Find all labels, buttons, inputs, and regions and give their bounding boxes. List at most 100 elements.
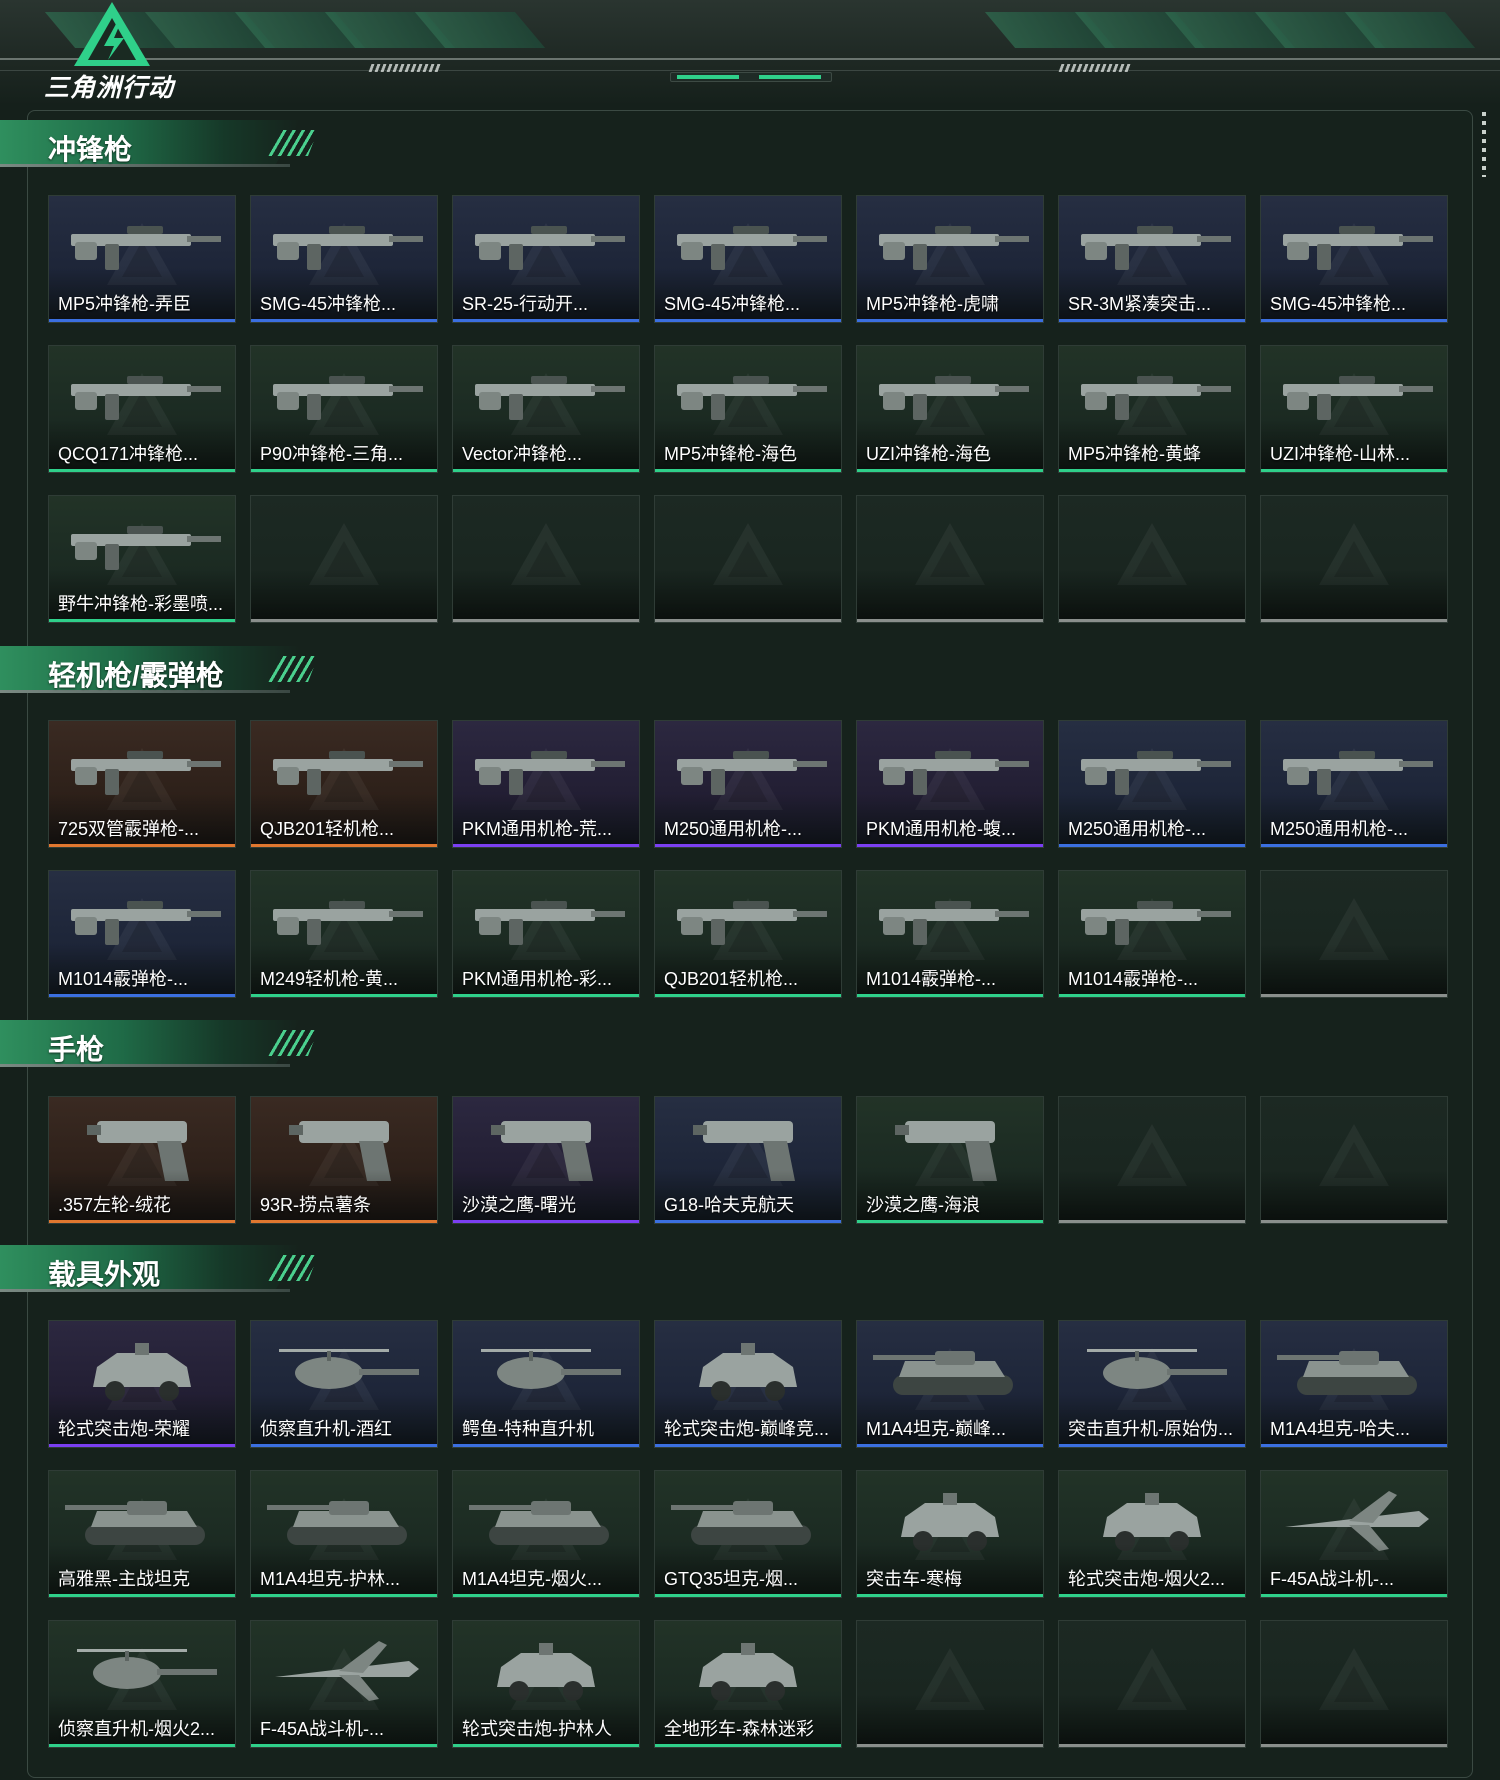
empty-slot[interactable] — [856, 495, 1044, 623]
item-card[interactable]: 突击车-寒梅 — [856, 1470, 1044, 1598]
logo-text: 三角洲行动 — [44, 74, 175, 102]
empty-slot[interactable] — [452, 495, 640, 623]
item-label: Vector冲锋枪... — [462, 444, 583, 464]
rarity-bar — [1059, 994, 1245, 997]
item-card[interactable]: 鳄鱼-特种直升机 — [452, 1320, 640, 1448]
item-card[interactable]: QCQ171冲锋枪... — [48, 345, 236, 473]
rarity-bar — [1059, 1444, 1245, 1447]
item-card[interactable]: SR-25-行动开... — [452, 195, 640, 323]
item-grid-pistol: .357左轮-绒花 93R-捞点薯条 沙漠之鹰-曙光 G18-哈夫克航天 沙漠之鹰-海浪 — [48, 1096, 1452, 1224]
item-card[interactable]: M1A4坦克-烟火... — [452, 1470, 640, 1598]
item-card[interactable]: 轮式突击炮-护林人 — [452, 1620, 640, 1748]
rarity-bar — [655, 844, 841, 847]
item-label: M250通用机枪-... — [664, 819, 803, 839]
rarity-bar — [655, 1744, 841, 1747]
item-label: .357左轮-绒花 — [58, 1195, 172, 1215]
item-card[interactable]: P90冲锋枪-三角... — [250, 345, 438, 473]
empty-slot[interactable] — [654, 495, 842, 623]
rarity-bar — [49, 1744, 235, 1747]
item-card[interactable]: MP5冲锋枪-黄蜂 — [1058, 345, 1246, 473]
item-card[interactable]: QJB201轻机枪... — [250, 720, 438, 848]
rarity-bar — [1059, 1594, 1245, 1597]
empty-slot[interactable] — [1260, 495, 1448, 623]
item-card[interactable]: GTQ35坦克-烟... — [654, 1470, 842, 1598]
item-label: M1014霰弹枪-... — [1068, 969, 1199, 989]
item-label: 轮式突击炮-烟火2... — [1068, 1569, 1226, 1589]
item-label: 突击直升机-原始伪... — [1068, 1419, 1233, 1439]
item-label: M250通用机枪-... — [1270, 819, 1409, 839]
empty-slot[interactable] — [250, 495, 438, 623]
item-card[interactable]: MP5冲锋枪-弄臣 — [48, 195, 236, 323]
item-card[interactable]: QJB201轻机枪... — [654, 870, 842, 998]
rarity-bar — [453, 1444, 639, 1447]
item-card[interactable]: 全地形车-森林迷彩 — [654, 1620, 842, 1748]
item-card[interactable]: M1014霰弹枪-... — [1058, 870, 1246, 998]
empty-slot[interactable] — [1058, 495, 1246, 623]
item-card[interactable]: 沙漠之鹰-海浪 — [856, 1096, 1044, 1224]
item-card[interactable]: 725双管霰弹枪-... — [48, 720, 236, 848]
item-card[interactable]: 沙漠之鹰-曙光 — [452, 1096, 640, 1224]
item-card[interactable]: PKM通用机枪-彩... — [452, 870, 640, 998]
item-label: M1014霰弹枪-... — [58, 969, 189, 989]
rarity-bar — [1059, 1220, 1245, 1223]
rarity-bar — [1059, 1744, 1245, 1747]
scroll-indicator[interactable] — [1482, 112, 1486, 177]
empty-slot[interactable] — [1058, 1620, 1246, 1748]
empty-slot[interactable] — [1260, 870, 1448, 998]
item-card[interactable]: 轮式突击炮-巅峰竞... — [654, 1320, 842, 1448]
item-card[interactable]: SMG-45冲锋枪... — [1260, 195, 1448, 323]
item-card[interactable]: MP5冲锋枪-海色 — [654, 345, 842, 473]
item-card[interactable]: M1A4坦克-哈夫... — [1260, 1320, 1448, 1448]
item-card[interactable]: M249轻机枪-黄... — [250, 870, 438, 998]
rarity-bar — [1059, 469, 1245, 472]
item-card[interactable]: 突击直升机-原始伪... — [1058, 1320, 1246, 1448]
item-card[interactable]: UZI冲锋枪-山林... — [1260, 345, 1448, 473]
item-label: QJB201轻机枪... — [664, 969, 799, 989]
section-title: 冲锋枪 — [48, 134, 133, 165]
top-banner: 三角洲行动 — [0, 0, 1500, 105]
item-card[interactable]: M250通用机枪-... — [654, 720, 842, 848]
item-card[interactable]: 侦察直升机-酒红 — [250, 1320, 438, 1448]
rarity-bar — [453, 319, 639, 322]
item-card[interactable]: F-45A战斗机-... — [250, 1620, 438, 1748]
item-card[interactable]: PKM通用机枪-蝮... — [856, 720, 1044, 848]
item-card[interactable]: M1014霰弹枪-... — [856, 870, 1044, 998]
empty-slot[interactable] — [856, 1620, 1044, 1748]
item-card[interactable]: 轮式突击炮-荣耀 — [48, 1320, 236, 1448]
rarity-bar — [49, 1444, 235, 1447]
rarity-bar — [251, 844, 437, 847]
item-card[interactable]: 轮式突击炮-烟火2... — [1058, 1470, 1246, 1598]
item-card[interactable]: M1A4坦克-护林... — [250, 1470, 438, 1598]
rarity-bar — [1261, 994, 1447, 997]
item-card[interactable]: M1A4坦克-巅峰... — [856, 1320, 1044, 1448]
item-card[interactable]: PKM通用机枪-荒... — [452, 720, 640, 848]
item-card[interactable]: SR-3M紧凑突击... — [1058, 195, 1246, 323]
empty-slot[interactable] — [1260, 1096, 1448, 1224]
item-card[interactable]: UZI冲锋枪-海色 — [856, 345, 1044, 473]
item-card[interactable]: 野牛冲锋枪-彩墨喷... — [48, 495, 236, 623]
empty-slot[interactable] — [1058, 1096, 1246, 1224]
item-card[interactable]: M250通用机枪-... — [1058, 720, 1246, 848]
item-card[interactable]: M250通用机枪-... — [1260, 720, 1448, 848]
item-label: 93R-捞点薯条 — [260, 1195, 372, 1215]
rarity-bar — [857, 319, 1043, 322]
item-card[interactable]: SMG-45冲锋枪... — [654, 195, 842, 323]
item-card[interactable]: Vector冲锋枪... — [452, 345, 640, 473]
item-card[interactable]: M1014霰弹枪-... — [48, 870, 236, 998]
rarity-bar — [655, 1594, 841, 1597]
item-label: F-45A战斗机-... — [260, 1719, 385, 1739]
rarity-bar — [251, 1744, 437, 1747]
item-card[interactable]: F-45A战斗机-... — [1260, 1470, 1448, 1598]
empty-slot[interactable] — [1260, 1620, 1448, 1748]
item-card[interactable]: .357左轮-绒花 — [48, 1096, 236, 1224]
item-card[interactable]: G18-哈夫克航天 — [654, 1096, 842, 1224]
rarity-bar — [251, 319, 437, 322]
item-card[interactable]: 93R-捞点薯条 — [250, 1096, 438, 1224]
item-card[interactable]: 侦察直升机-烟火2... — [48, 1620, 236, 1748]
section-header-pistol: 手枪 — [0, 1020, 330, 1070]
item-card[interactable]: SMG-45冲锋枪... — [250, 195, 438, 323]
item-card[interactable]: MP5冲锋枪-虎啸 — [856, 195, 1044, 323]
item-card[interactable]: 高雅黑-主战坦克 — [48, 1470, 236, 1598]
rarity-bar — [1261, 319, 1447, 322]
item-label: UZI冲锋枪-山林... — [1270, 444, 1410, 464]
